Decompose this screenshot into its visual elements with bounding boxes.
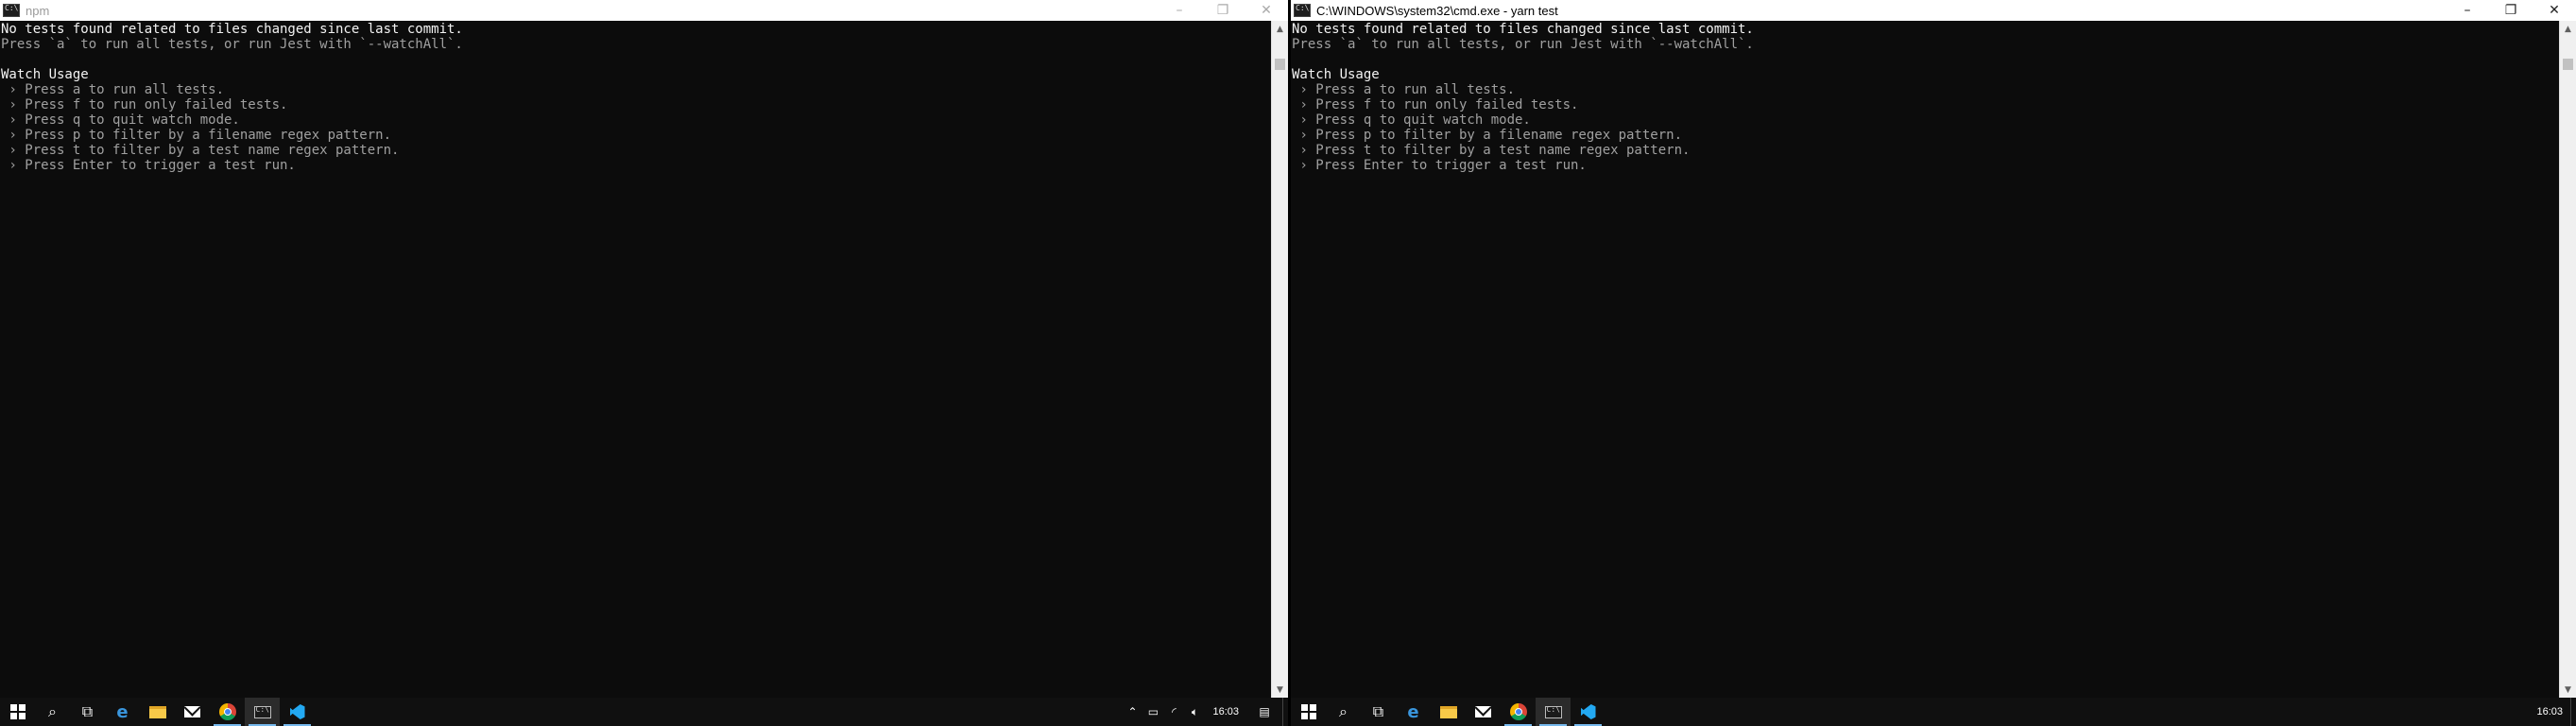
chrome-taskbar-button[interactable] bbox=[1501, 698, 1536, 726]
mail-taskbar-button[interactable] bbox=[175, 698, 210, 726]
file-explorer-taskbar-button[interactable] bbox=[140, 698, 175, 726]
mail-icon bbox=[184, 706, 200, 717]
restore-button[interactable]: ❐ bbox=[1201, 0, 1245, 21]
console-line: No tests found related to files changed … bbox=[1, 22, 463, 37]
action-center-icon[interactable]: ▤ bbox=[1246, 698, 1282, 726]
file-explorer-taskbar-button[interactable] bbox=[1431, 698, 1466, 726]
vscode-taskbar-button[interactable] bbox=[280, 698, 315, 726]
cmd-icon bbox=[253, 705, 271, 718]
edge-taskbar-button[interactable]: e bbox=[105, 698, 140, 726]
console-line: › Press Enter to trigger a test run. bbox=[1292, 158, 1587, 173]
console-line: No tests found related to files changed … bbox=[1292, 22, 1754, 37]
console-line: › Press p to filter by a filename regex … bbox=[1292, 128, 1683, 143]
scrollbar-thumb[interactable] bbox=[1275, 59, 1285, 70]
left-monitor: npm – ❐ ✕ No tests found related to file… bbox=[0, 0, 1288, 726]
vscode-taskbar-button[interactable] bbox=[1571, 698, 1606, 726]
search-button[interactable]: ⌕ bbox=[35, 698, 70, 726]
scroll-down-icon[interactable]: ▼ bbox=[2560, 682, 2576, 698]
edge-icon: e bbox=[116, 701, 129, 722]
show-desktop-button[interactable] bbox=[2570, 698, 2576, 726]
task-view-button[interactable]: ⧉ bbox=[70, 698, 105, 726]
system-tray: ⌃ ▭ ◜ 🔈︎ 16:03 ▤ bbox=[1122, 698, 1288, 726]
window-title: npm bbox=[26, 3, 50, 18]
mail-icon bbox=[1475, 706, 1491, 717]
battery-icon[interactable]: ▭ bbox=[1142, 698, 1163, 726]
console-line: › Press f to run only failed tests. bbox=[1292, 97, 1579, 112]
console-line: Press `a` to run all tests, or run Jest … bbox=[1, 37, 463, 52]
volume-icon[interactable]: 🔈︎ bbox=[1184, 698, 1205, 726]
window-title: C:\WINDOWS\system32\cmd.exe - yarn test bbox=[1316, 3, 1558, 18]
taskbar: ⌕ ⧉ e 16:03 bbox=[1291, 698, 2576, 726]
window-titlebar[interactable]: C:\WINDOWS\system32\cmd.exe - yarn test … bbox=[1291, 0, 2576, 21]
scroll-down-icon[interactable]: ▼ bbox=[1272, 682, 1288, 698]
windows-start-icon bbox=[9, 704, 26, 719]
watch-usage-heading: Watch Usage bbox=[1, 67, 89, 82]
window-titlebar[interactable]: npm – ❐ ✕ bbox=[0, 0, 1288, 21]
right-monitor: C:\WINDOWS\system32\cmd.exe - yarn test … bbox=[1291, 0, 2576, 726]
windows-start-icon bbox=[1300, 704, 1316, 719]
wifi-icon[interactable]: ◜ bbox=[1163, 698, 1184, 726]
search-icon: ⌕ bbox=[1339, 702, 1348, 720]
task-view-icon: ⧉ bbox=[1372, 702, 1384, 720]
show-desktop-button[interactable] bbox=[1282, 698, 1288, 726]
console-line: › Press q to quit watch mode. bbox=[1292, 112, 1531, 128]
scroll-up-icon[interactable]: ▲ bbox=[1272, 21, 1288, 37]
close-button[interactable]: ✕ bbox=[1245, 0, 1288, 21]
file-explorer-icon bbox=[148, 705, 166, 718]
console-output[interactable]: No tests found related to files changed … bbox=[0, 21, 1271, 698]
console-line: › Press q to quit watch mode. bbox=[1, 112, 240, 128]
chrome-icon bbox=[1509, 703, 1527, 720]
vertical-scrollbar[interactable]: ▲ ▼ bbox=[2559, 21, 2576, 698]
file-explorer-icon bbox=[1439, 705, 1457, 718]
cmd-taskbar-button[interactable] bbox=[1536, 698, 1571, 726]
scrollbar-thumb[interactable] bbox=[2563, 59, 2573, 70]
chrome-taskbar-button[interactable] bbox=[210, 698, 245, 726]
search-icon: ⌕ bbox=[48, 702, 57, 720]
watch-usage-heading: Watch Usage bbox=[1292, 67, 1380, 82]
console-output[interactable]: No tests found related to files changed … bbox=[1291, 21, 2559, 698]
edge-taskbar-button[interactable]: e bbox=[1396, 698, 1431, 726]
console-line: › Press Enter to trigger a test run. bbox=[1, 158, 296, 173]
vertical-scrollbar[interactable]: ▲ ▼ bbox=[1271, 21, 1288, 698]
start-button[interactable] bbox=[1291, 698, 1326, 726]
restore-button[interactable]: ❐ bbox=[2489, 0, 2533, 21]
cmd-window-icon[interactable] bbox=[3, 4, 20, 17]
chevron-up-icon[interactable]: ⌃ bbox=[1122, 698, 1142, 726]
console-line: › Press a to run all tests. bbox=[1292, 82, 1516, 97]
edge-icon: e bbox=[1407, 701, 1419, 722]
scroll-up-icon[interactable]: ▲ bbox=[2560, 21, 2576, 37]
cmd-taskbar-button[interactable] bbox=[245, 698, 280, 726]
taskbar-clock[interactable]: 16:03 bbox=[1205, 706, 1246, 717]
console-line: › Press a to run all tests. bbox=[1, 82, 225, 97]
system-tray: 16:03 bbox=[2529, 698, 2576, 726]
minimize-button[interactable]: – bbox=[2446, 0, 2489, 21]
close-button[interactable]: ✕ bbox=[2533, 0, 2576, 21]
vscode-icon bbox=[1580, 704, 1596, 719]
cmd-icon bbox=[1544, 705, 1562, 718]
start-button[interactable] bbox=[0, 698, 35, 726]
task-view-button[interactable]: ⧉ bbox=[1361, 698, 1396, 726]
search-button[interactable]: ⌕ bbox=[1326, 698, 1361, 726]
console-line: › Press p to filter by a filename regex … bbox=[1, 128, 392, 143]
mail-taskbar-button[interactable] bbox=[1466, 698, 1501, 726]
vscode-icon bbox=[289, 704, 305, 719]
cmd-window-icon[interactable] bbox=[1294, 4, 1311, 17]
console-line: › Press f to run only failed tests. bbox=[1, 97, 288, 112]
console-line: › Press t to filter by a test name regex… bbox=[1292, 143, 1691, 158]
taskbar-clock[interactable]: 16:03 bbox=[2529, 706, 2570, 717]
console-line: › Press t to filter by a test name regex… bbox=[1, 143, 400, 158]
console-line: Press `a` to run all tests, or run Jest … bbox=[1292, 37, 1754, 52]
minimize-button[interactable]: – bbox=[1158, 0, 1201, 21]
chrome-icon bbox=[218, 703, 236, 720]
taskbar: ⌕ ⧉ e ⌃ ▭ ◜ 🔈︎ 16:03 ▤ bbox=[0, 698, 1288, 726]
task-view-icon: ⧉ bbox=[81, 702, 94, 720]
